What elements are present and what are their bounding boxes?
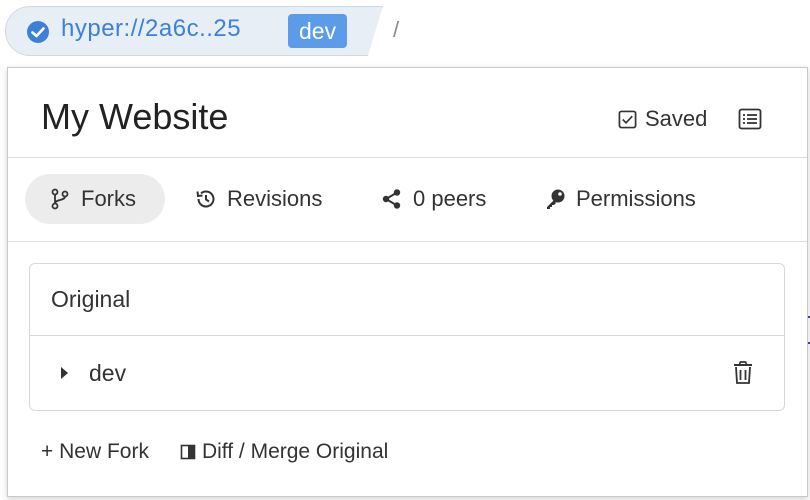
fork-item[interactable]: dev [30,336,784,410]
fork-original[interactable]: Original [30,264,784,336]
fork-original-label: Original [51,286,131,312]
diff-merge-label: Diff / Merge Original [201,440,389,463]
key-icon [547,189,565,209]
checkbox-checked-icon [618,110,637,128]
tab-revisions-label: Revisions [227,186,323,211]
saved-label: Saved [645,106,708,131]
url-path[interactable]: / [393,17,399,43]
panel-tabs: Forks Revisions 0 peers Permissions [8,158,807,242]
panel-footer: + New Fork Diff / Merge Original [41,440,388,464]
diff-icon [180,444,196,460]
site-info-dropdown: My Website Saved Forks Revisions 0 peers… [7,67,808,497]
fork-badge[interactable]: dev [288,14,348,48]
fork-icon [51,188,69,210]
site-title: My Website [41,96,229,137]
check-circle-icon [27,21,49,43]
saved-status[interactable]: Saved [618,106,707,132]
new-fork-button[interactable]: + New Fork [41,440,149,464]
diff-merge-button[interactable]: Diff / Merge Original [180,440,388,464]
tab-permissions-label: Permissions [576,186,696,211]
tab-forks[interactable]: Forks [25,174,165,224]
trash-icon[interactable] [732,361,754,385]
caret-right-icon[interactable] [58,365,70,381]
tab-revisions[interactable]: Revisions [171,174,346,224]
tab-peers[interactable]: 0 peers [357,174,510,224]
tab-peers-label: 0 peers [413,186,487,211]
share-icon [382,189,401,209]
url-bar: hyper://2a6c..25 dev / [0,0,810,62]
list-menu-icon[interactable] [738,108,762,130]
forks-list: Original dev [29,263,785,411]
fork-item-name: dev [89,359,127,386]
tab-permissions[interactable]: Permissions [520,174,720,224]
history-icon [196,190,215,208]
panel-header: My Website Saved [8,68,807,158]
url-text[interactable]: hyper://2a6c..25 [61,15,241,43]
tab-forks-label: Forks [81,186,136,211]
